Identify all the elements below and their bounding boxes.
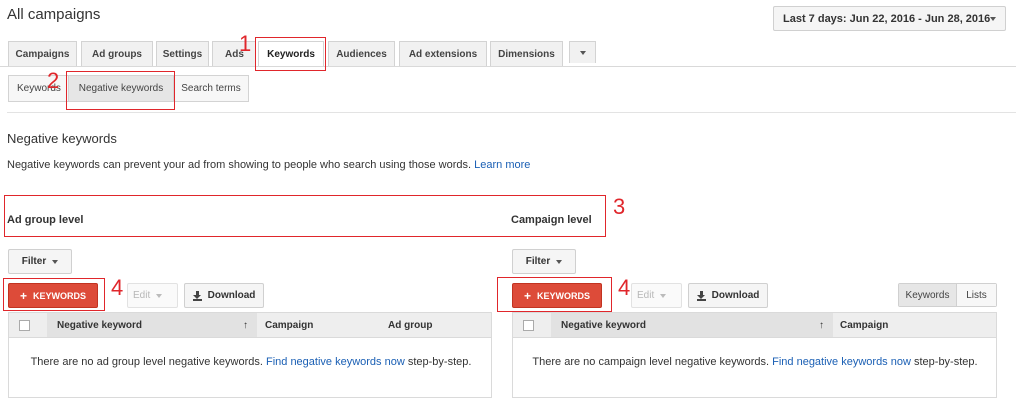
find-negative-keywords-link[interactable]: Find negative keywords now bbox=[772, 356, 911, 368]
add-keywords-label: KEYWORDS bbox=[537, 290, 591, 301]
date-range-selector[interactable]: Last 7 days: Jun 22, 2016 - Jun 28, 2016 bbox=[773, 6, 1006, 31]
keywords-lists-toggle[interactable]: Keywords Lists bbox=[898, 283, 997, 307]
tab-audiences[interactable]: Audiences bbox=[328, 41, 395, 66]
annotation-number-4b: 4 bbox=[618, 275, 631, 300]
download-label: Download bbox=[711, 290, 760, 301]
find-negative-keywords-link[interactable]: Find negative keywords now bbox=[266, 356, 405, 368]
subtab-search-terms[interactable]: Search terms bbox=[173, 75, 249, 102]
description-text: Negative keywords can prevent your ad fr… bbox=[7, 159, 472, 171]
chevron-down-icon bbox=[156, 293, 163, 298]
filter-label: Filter bbox=[525, 256, 551, 267]
ad-group-filter-button[interactable]: Filter bbox=[8, 249, 72, 274]
empty-suffix: step-by-step. bbox=[407, 356, 472, 368]
column-campaign[interactable]: Campaign bbox=[840, 320, 888, 331]
section-divider bbox=[7, 112, 1016, 113]
section-description: Negative keywords can prevent your ad fr… bbox=[7, 159, 530, 171]
plus-icon: + bbox=[523, 288, 531, 303]
arrow-up-icon: ↑ bbox=[819, 320, 824, 331]
tabs-divider bbox=[0, 66, 1016, 67]
table-header: Negative keyword ↑ Campaign Ad group bbox=[9, 313, 491, 338]
subtab-keywords[interactable]: Keywords bbox=[8, 75, 70, 102]
annotation-number-2: 2 bbox=[47, 68, 60, 93]
ad-group-download-button[interactable]: Download bbox=[184, 283, 264, 308]
page-title: All campaigns bbox=[7, 6, 101, 23]
learn-more-link[interactable]: Learn more bbox=[474, 159, 530, 171]
filter-label: Filter bbox=[21, 256, 47, 267]
chevron-down-icon bbox=[52, 259, 59, 264]
ad-group-negative-keywords-table: Negative keyword ↑ Campaign Ad group The… bbox=[8, 312, 492, 398]
edit-label: Edit bbox=[133, 290, 151, 301]
tab-keywords[interactable]: Keywords bbox=[258, 41, 324, 67]
table-header: Negative keyword ↑ Campaign bbox=[513, 313, 996, 338]
column-negative-keyword[interactable]: Negative keyword bbox=[561, 320, 646, 331]
campaign-filter-button[interactable]: Filter bbox=[512, 249, 576, 274]
tab-ad-extensions[interactable]: Ad extensions bbox=[399, 41, 487, 66]
campaign-edit-button[interactable]: Edit bbox=[631, 283, 682, 308]
campaign-negative-keywords-table: Negative keyword ↑ Campaign There are no… bbox=[512, 312, 997, 398]
column-ad-group[interactable]: Ad group bbox=[388, 320, 432, 331]
download-label: Download bbox=[207, 290, 256, 301]
chevron-down-icon bbox=[556, 259, 563, 264]
campaign-add-keywords-button[interactable]: + KEYWORDS bbox=[512, 283, 602, 308]
ad-group-level-title: Ad group level bbox=[7, 214, 84, 226]
more-tabs-button[interactable] bbox=[569, 41, 596, 63]
empty-suffix: step-by-step. bbox=[913, 356, 978, 368]
campaign-level-title: Campaign level bbox=[511, 214, 592, 226]
column-negative-keyword[interactable]: Negative keyword bbox=[57, 320, 142, 331]
tab-settings[interactable]: Settings bbox=[156, 41, 209, 66]
tab-campaigns[interactable]: Campaigns bbox=[8, 41, 77, 66]
edit-label: Edit bbox=[637, 290, 655, 301]
download-icon bbox=[192, 290, 202, 301]
chevron-down-icon bbox=[579, 50, 586, 55]
toggle-keywords[interactable]: Keywords bbox=[899, 284, 957, 306]
annotation-number-1: 1 bbox=[239, 31, 252, 56]
empty-table-message: There are no campaign level negative key… bbox=[525, 356, 985, 368]
select-all-checkbox[interactable] bbox=[523, 320, 534, 331]
annotation-number-3: 3 bbox=[613, 194, 626, 219]
empty-text: There are no ad group level negative key… bbox=[30, 356, 263, 368]
chevron-down-icon bbox=[660, 293, 667, 298]
subtab-negative-keywords[interactable]: Negative keywords bbox=[68, 75, 174, 102]
plus-icon: + bbox=[19, 288, 27, 303]
download-icon bbox=[696, 290, 706, 301]
chevron-down-icon bbox=[990, 17, 996, 21]
ad-group-edit-button[interactable]: Edit bbox=[127, 283, 178, 308]
arrow-up-icon: ↑ bbox=[243, 320, 248, 331]
select-all-checkbox[interactable] bbox=[19, 320, 30, 331]
empty-table-message: There are no ad group level negative key… bbox=[21, 356, 481, 368]
campaign-download-button[interactable]: Download bbox=[688, 283, 768, 308]
section-title: Negative keywords bbox=[7, 131, 117, 146]
date-range-label: Last 7 days: Jun 22, 2016 - Jun 28, 2016 bbox=[783, 12, 991, 25]
tab-ad-groups[interactable]: Ad groups bbox=[81, 41, 153, 66]
column-campaign[interactable]: Campaign bbox=[265, 320, 313, 331]
ad-group-add-keywords-button[interactable]: + KEYWORDS bbox=[8, 283, 98, 308]
add-keywords-label: KEYWORDS bbox=[33, 290, 87, 301]
annotation-number-4a: 4 bbox=[111, 275, 124, 300]
tab-dimensions[interactable]: Dimensions bbox=[490, 41, 563, 66]
toggle-lists[interactable]: Lists bbox=[957, 284, 996, 306]
empty-text: There are no campaign level negative key… bbox=[532, 356, 770, 368]
